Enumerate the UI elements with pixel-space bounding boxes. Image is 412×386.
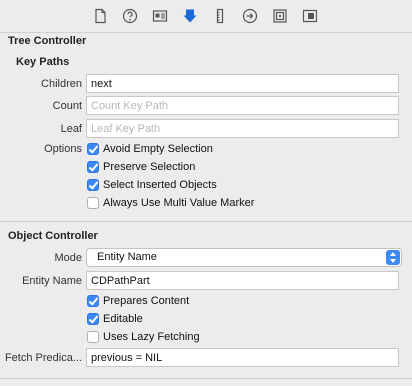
checkbox-box[interactable]	[87, 331, 99, 343]
leaf-label: Leaf	[60, 123, 82, 135]
mode-value: Entity Name	[97, 251, 157, 263]
chevron-up-down-icon	[386, 250, 400, 265]
key-paths-title: Key Paths	[16, 56, 70, 68]
fetch-predicate-field[interactable]	[86, 348, 399, 367]
checkbox-box[interactable]	[87, 179, 99, 191]
tree-controller-title: Tree Controller	[8, 35, 87, 47]
section-divider	[0, 378, 412, 379]
checkbox-label: Always Use Multi Value Marker	[103, 197, 255, 209]
fetch-predicate-label: Fetch Predica...	[4, 352, 82, 364]
file-inspector-icon[interactable]	[91, 7, 109, 25]
entity-name-label: Entity Name	[22, 275, 82, 287]
entity-name-field[interactable]	[86, 271, 399, 290]
checkbox-box[interactable]	[87, 295, 99, 307]
preserve-selection-checkbox[interactable]: Preserve Selection	[87, 160, 195, 174]
select-inserted-objects-checkbox[interactable]: Select Inserted Objects	[87, 178, 217, 192]
object-controller-title: Object Controller	[8, 230, 98, 242]
checkbox-box[interactable]	[87, 161, 99, 173]
prepares-content-checkbox[interactable]: Prepares Content	[87, 294, 189, 308]
identity-inspector-icon[interactable]	[151, 7, 169, 25]
uses-lazy-fetching-checkbox[interactable]: Uses Lazy Fetching	[87, 330, 200, 344]
checkbox-label: Select Inserted Objects	[103, 179, 217, 191]
children-label: Children	[41, 78, 82, 90]
checkbox-box[interactable]	[87, 313, 99, 325]
checkbox-label: Prepares Content	[103, 295, 190, 307]
avoid-empty-selection-checkbox[interactable]: Avoid Empty Selection	[87, 142, 213, 156]
inspector-toolbar	[0, 0, 412, 33]
mode-popup-button[interactable]: Entity Name	[86, 248, 402, 267]
quick-help-icon[interactable]	[121, 7, 139, 25]
checkbox-box[interactable]	[87, 143, 99, 155]
size-inspector-icon[interactable]	[211, 7, 229, 25]
count-label: Count	[52, 100, 82, 112]
checkbox-box[interactable]	[87, 197, 99, 209]
attributes-inspector-icon[interactable]	[181, 7, 199, 25]
editable-checkbox[interactable]: Editable	[87, 312, 143, 326]
checkbox-label: Avoid Empty Selection	[103, 143, 213, 155]
children-key-path-field[interactable]	[86, 74, 399, 93]
mode-label: Mode	[54, 252, 82, 264]
leaf-key-path-field[interactable]	[86, 119, 399, 138]
checkbox-label: Editable	[103, 313, 143, 325]
view-effects-inspector-icon[interactable]	[301, 7, 319, 25]
count-key-path-field[interactable]	[86, 96, 399, 115]
checkbox-label: Uses Lazy Fetching	[103, 331, 200, 343]
bindings-inspector-icon[interactable]	[271, 7, 289, 25]
connections-inspector-icon[interactable]	[241, 7, 259, 25]
options-label: Options	[44, 143, 82, 155]
checkbox-label: Preserve Selection	[103, 161, 196, 173]
section-divider	[0, 221, 412, 222]
always-use-multi-value-marker-checkbox[interactable]: Always Use Multi Value Marker	[87, 196, 254, 210]
